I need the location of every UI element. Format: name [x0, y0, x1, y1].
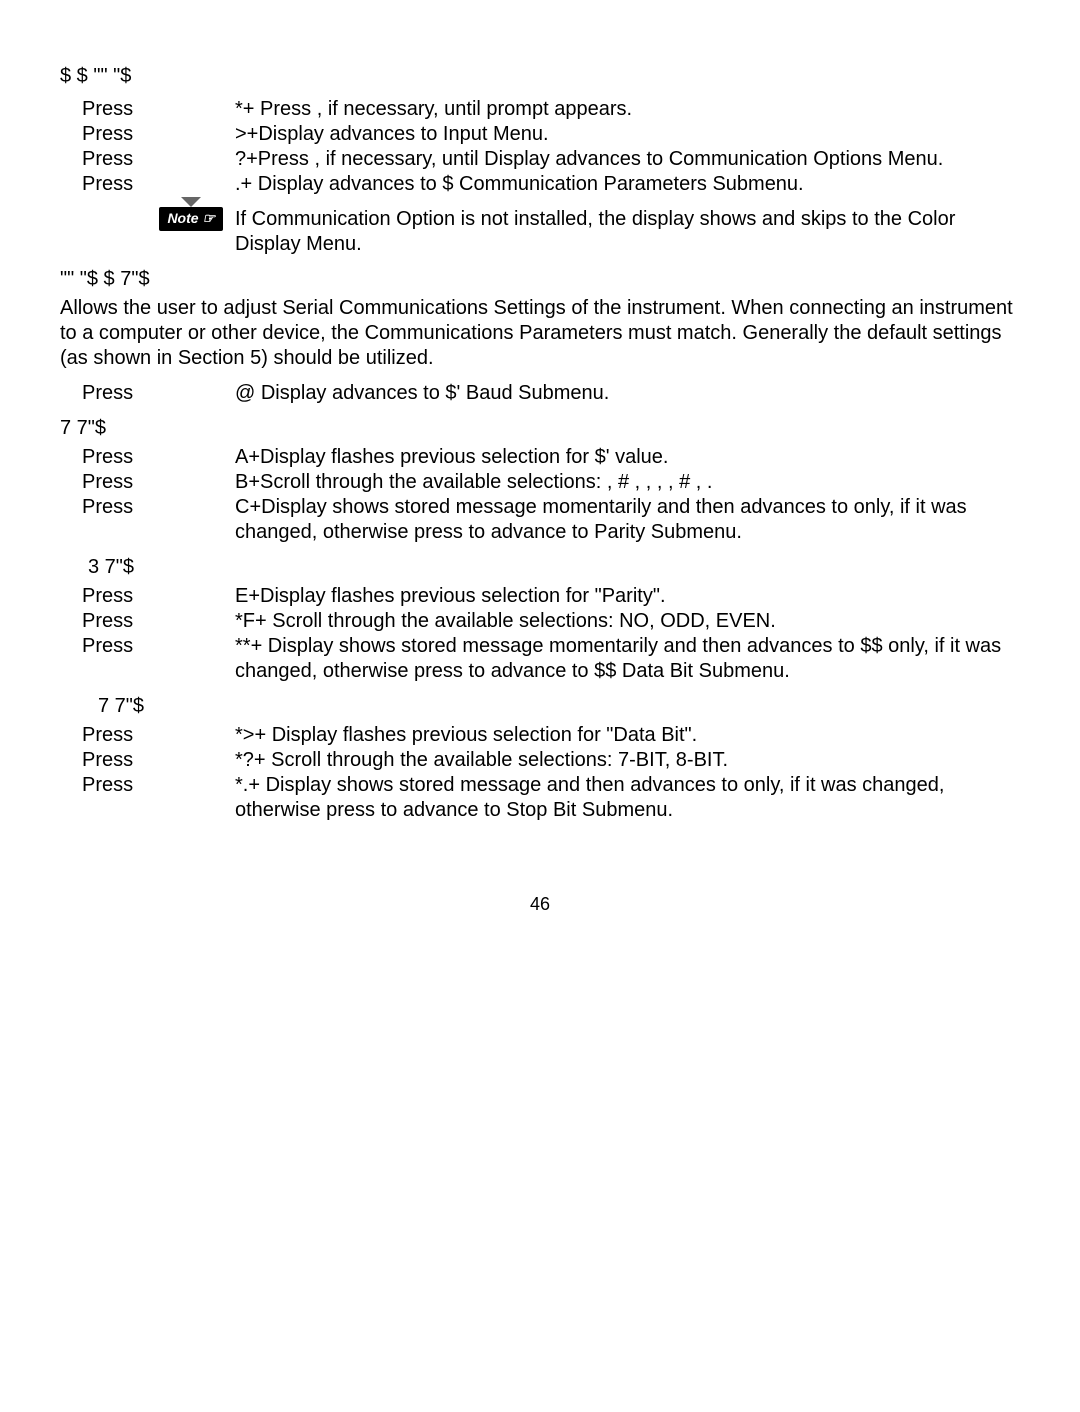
step-row: Press *F+ Scroll through the available s… — [60, 609, 1020, 634]
triangle-icon — [181, 197, 201, 207]
step-desc: *?+ Scroll through the available selecti… — [235, 748, 1020, 773]
note-label: Note ☞ — [167, 210, 215, 226]
step-key: Press — [60, 723, 235, 748]
step-key: Press — [60, 748, 235, 773]
step-key: Press — [60, 470, 235, 495]
step-row: Press .+ Display advances to $ Communica… — [60, 172, 1020, 197]
step-row: Press **+ Display shows stored message m… — [60, 634, 1020, 684]
step-row: Press @ Display advances to $' Baud Subm… — [60, 381, 1020, 406]
step-desc: *+ Press , if necessary, until prompt ap… — [235, 97, 1020, 122]
section-header-comm-params: "" "$ $ 7"$ — [60, 267, 1020, 292]
step-row: Press C+Display shows stored message mom… — [60, 495, 1020, 545]
step-desc: B+Scroll through the available selection… — [235, 470, 1020, 495]
page-number: 46 — [60, 893, 1020, 916]
note-badge: Note ☞ — [159, 207, 223, 231]
step-key: Press — [60, 445, 235, 470]
step-desc: C+Display shows stored message momentari… — [235, 495, 1020, 545]
step-desc: ?+Press , if necessary, until Display ad… — [235, 147, 1020, 172]
subheading-baud: 7 7"$ — [60, 416, 1020, 441]
step-desc: *F+ Scroll through the available selecti… — [235, 609, 1020, 634]
step-key: Press — [60, 584, 235, 609]
step-key: Press — [60, 147, 235, 172]
step-desc: @ Display advances to $' Baud Submenu. — [235, 381, 1020, 406]
step-row: Press E+Display flashes previous selecti… — [60, 584, 1020, 609]
section-header-comm-options: $ $ "" "$ — [60, 64, 1020, 89]
step-key: Press — [60, 495, 235, 520]
step-desc: E+Display flashes previous selection for… — [235, 584, 1020, 609]
step-key: Press — [60, 172, 235, 197]
step-desc: *>+ Display flashes previous selection f… — [235, 723, 1020, 748]
step-key: Press — [60, 773, 235, 798]
step-row: Press *>+ Display flashes previous selec… — [60, 723, 1020, 748]
step-desc: A+Display flashes previous selection for… — [235, 445, 1020, 470]
step-key: Press — [60, 381, 235, 406]
subheading-parity: 3 7"$ — [60, 555, 1020, 580]
step-key: Press — [60, 634, 235, 659]
note-text: If Communication Option is not installed… — [235, 207, 1020, 257]
step-row: Press >+Display advances to Input Menu. — [60, 122, 1020, 147]
note-row: Note ☞ If Communication Option is not in… — [60, 207, 1020, 257]
step-desc: **+ Display shows stored message momenta… — [235, 634, 1020, 684]
step-row: Press *.+ Display shows stored message a… — [60, 773, 1020, 823]
step-desc: .+ Display advances to $ Communication P… — [235, 172, 1020, 197]
step-key: Press — [60, 97, 235, 122]
step-row: Press ?+Press , if necessary, until Disp… — [60, 147, 1020, 172]
step-row: Press A+Display flashes previous selecti… — [60, 445, 1020, 470]
step-desc: >+Display advances to Input Menu. — [235, 122, 1020, 147]
subheading-databit: 7 7"$ — [60, 694, 1020, 719]
step-key: Press — [60, 122, 235, 147]
intro-paragraph: Allows the user to adjust Serial Communi… — [60, 296, 1020, 371]
step-row: Press B+Scroll through the available sel… — [60, 470, 1020, 495]
step-key: Press — [60, 609, 235, 634]
step-desc: *.+ Display shows stored message and the… — [235, 773, 1020, 823]
step-row: Press *?+ Scroll through the available s… — [60, 748, 1020, 773]
step-row: Press *+ Press , if necessary, until pro… — [60, 97, 1020, 122]
